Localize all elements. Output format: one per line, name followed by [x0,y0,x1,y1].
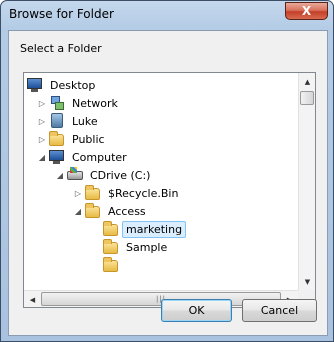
drive-icon [67,167,83,183]
tree-item-label: CDrive (C:) [90,168,151,182]
cancel-button[interactable]: Cancel [242,299,317,322]
tree-item-luke[interactable]: ▷ Luke [37,112,102,130]
collapse-arrow-icon[interactable]: ◢ [73,202,83,220]
vertical-scrollbar[interactable]: ▲ ▼ [298,73,315,290]
scroll-up-icon[interactable]: ▲ [299,73,315,90]
scroll-left-icon[interactable]: ◀ [24,291,41,307]
tree-item-label: Sample [126,240,168,254]
network-icon [49,95,65,111]
tree-item-label: Access [108,204,146,218]
tree-item-marketing[interactable]: marketing [103,220,187,238]
tree-item-label: Network [72,96,118,110]
tree-item-network[interactable]: ▷ Network [37,94,122,112]
tree-item-label: marketing [122,220,187,238]
tree-item-partial [103,256,122,274]
close-icon: X [301,4,312,18]
tree-item-access[interactable]: ◢ Access [73,202,150,220]
tree-item-label: Computer [72,150,127,164]
tree-item-cdrive[interactable]: ◢ CDrive (C:) [55,166,154,184]
expand-arrow-icon[interactable]: ▷ [37,130,47,148]
folder-tree[interactable]: Desktop ▷ Network ▷ Luke ▷ Public ◢ Comp… [23,72,316,308]
expand-arrow-icon[interactable]: ▷ [37,94,47,112]
ok-button[interactable]: OK [161,299,232,322]
expand-arrow-icon[interactable]: ▷ [37,112,47,130]
scroll-down-icon[interactable]: ▼ [299,273,315,290]
tree-item-public[interactable]: ▷ Public [37,130,109,148]
computer-icon [49,149,65,165]
desktop-icon [27,77,43,93]
folder-icon [103,239,119,255]
tree-item-desktop[interactable]: Desktop [27,76,99,94]
dialog-body: Select a Folder Desktop ▷ Network ▷ Luke [8,30,328,336]
tree-item-label: Desktop [50,78,96,92]
folder-icon [103,221,119,237]
tree-item-computer[interactable]: ◢ Computer [37,148,131,166]
window-title: Browse for Folder [9,7,114,21]
browse-folder-dialog: Browse for Folder X Select a Folder Desk… [0,0,334,342]
vertical-scroll-thumb[interactable] [300,91,314,105]
collapse-arrow-icon[interactable]: ◢ [37,148,47,166]
user-folder-icon [49,113,65,129]
folder-icon [85,203,101,219]
folder-icon [103,257,119,273]
folder-icon [85,185,101,201]
tree-rows: Desktop ▷ Network ▷ Luke ▷ Public ◢ Comp… [24,76,298,290]
tree-item-recycle-bin[interactable]: ▷ $Recycle.Bin [73,184,182,202]
prompt-label: Select a Folder [20,42,102,55]
close-button[interactable]: X [285,2,328,20]
expand-arrow-icon[interactable]: ▷ [73,184,83,202]
tree-item-sample[interactable]: Sample [103,238,171,256]
collapse-arrow-icon[interactable]: ◢ [55,166,65,184]
folder-icon [49,131,65,147]
tree-item-label: Luke [72,114,98,128]
tree-item-label: Public [72,132,105,146]
tree-item-label: $Recycle.Bin [108,186,179,200]
